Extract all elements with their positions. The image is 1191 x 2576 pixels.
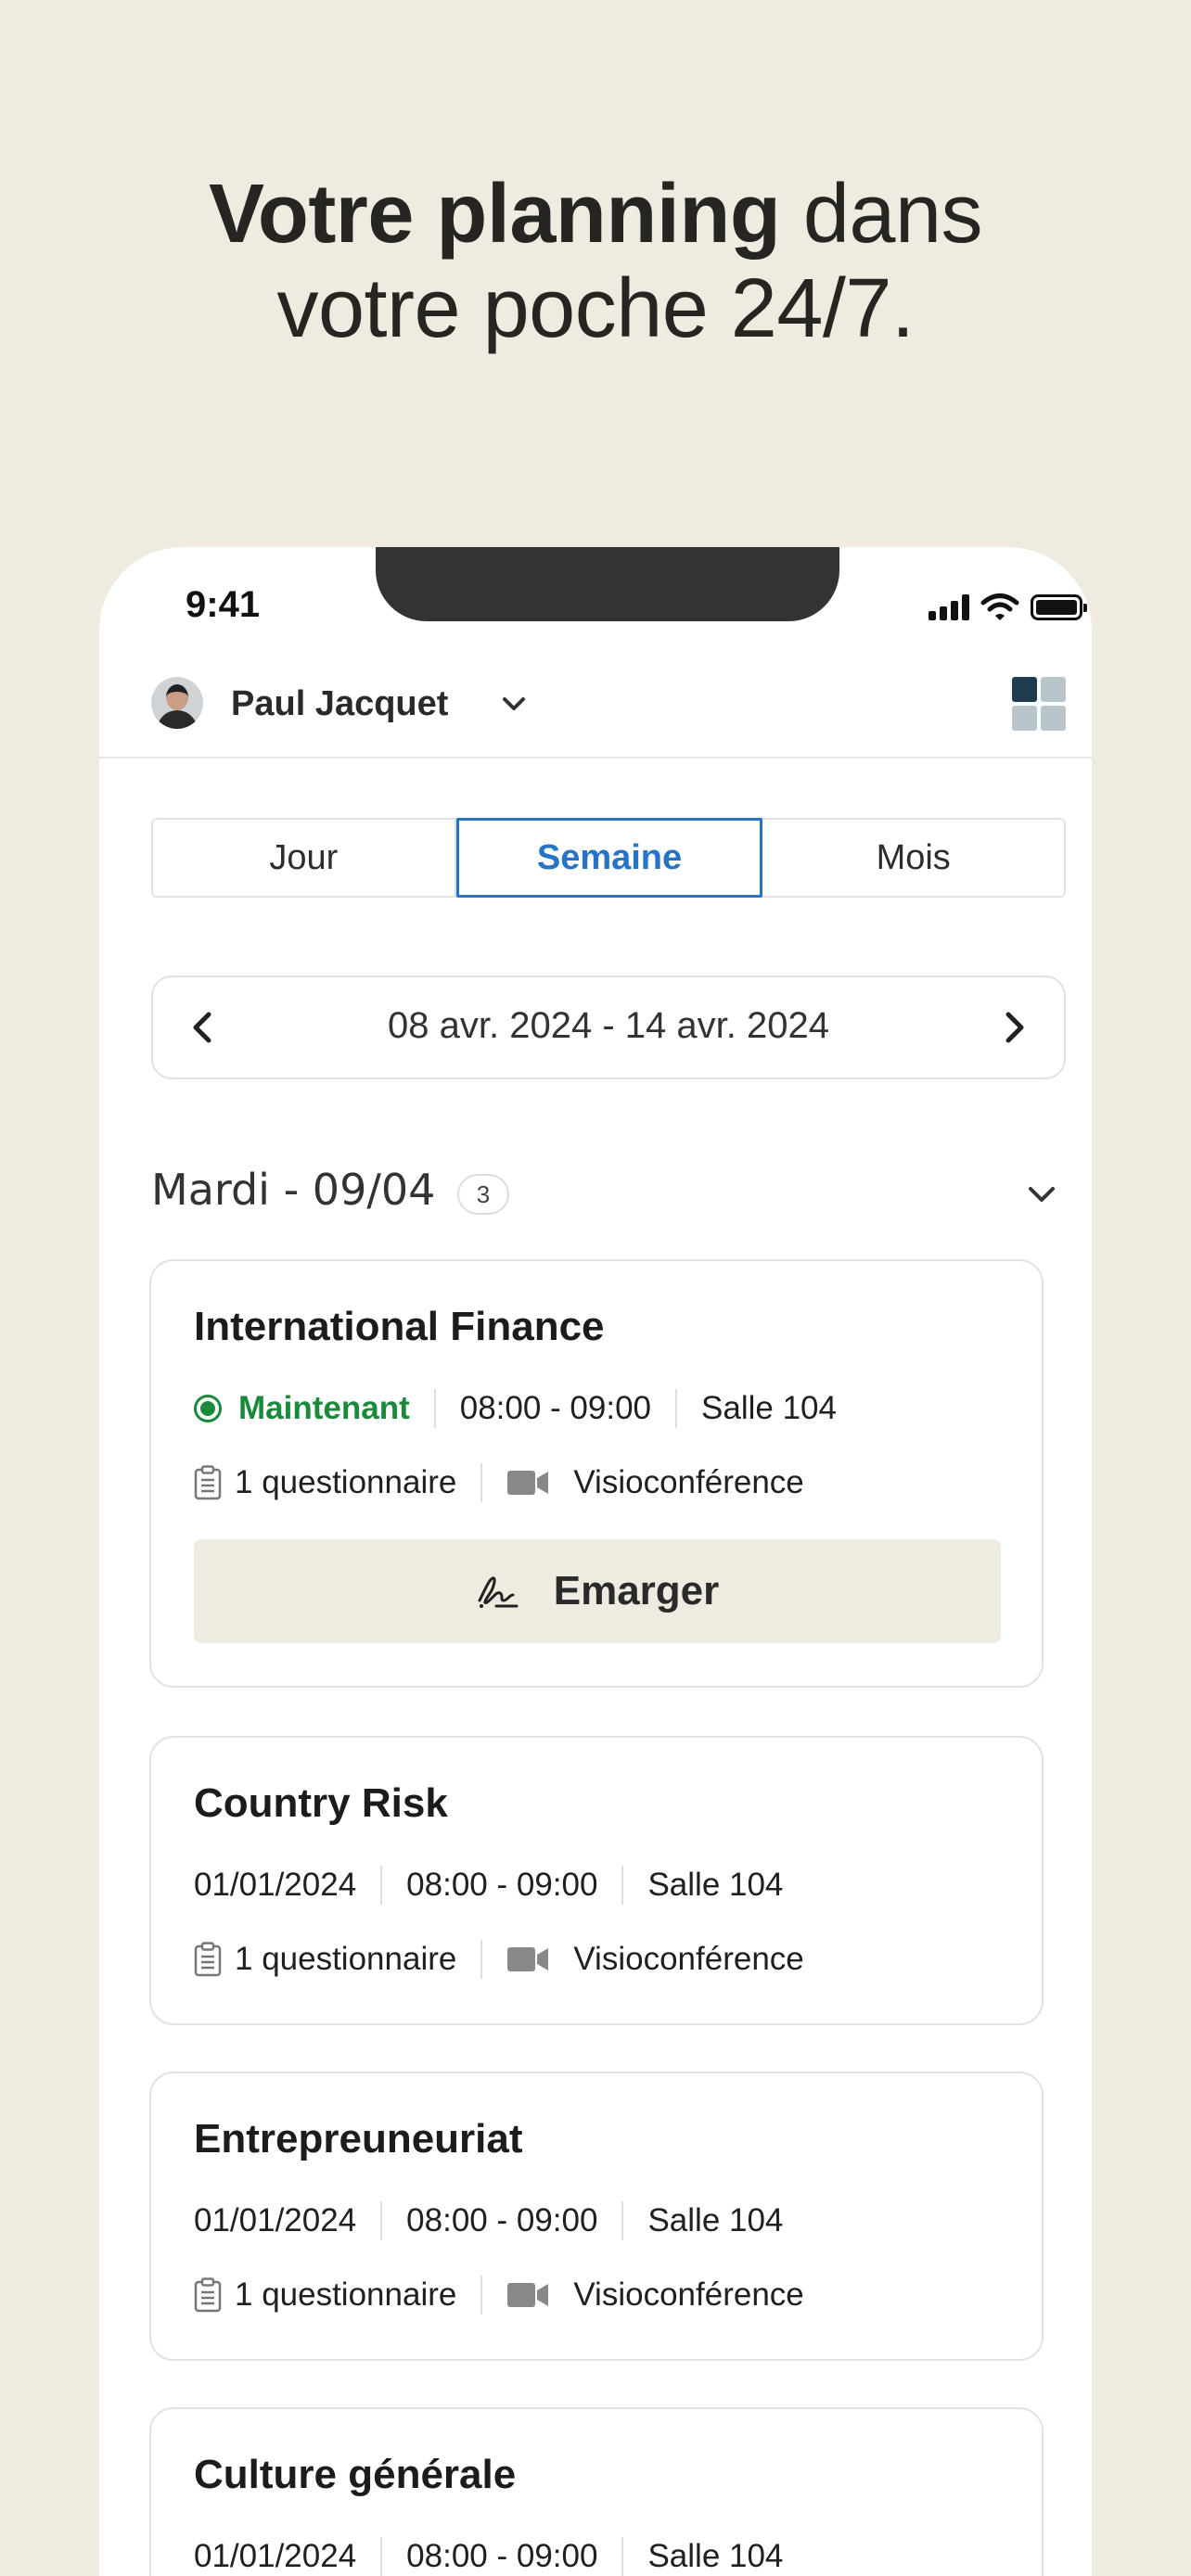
view-tabs: Jour Semaine Mois (151, 818, 1066, 898)
chevron-down-icon[interactable] (498, 688, 530, 720)
session-room: Salle 104 (647, 2538, 784, 2574)
chevron-right-icon[interactable] (995, 1009, 1032, 1046)
tab-mois[interactable]: Mois (762, 820, 1064, 896)
tab-semaine[interactable]: Semaine (455, 818, 763, 898)
session-meta-row: 1 questionnaire Visioconférence (194, 1938, 804, 1981)
session-card[interactable]: Entrepreuneuriat 01/01/2024 08:00 - 09:0… (149, 2072, 1044, 2361)
session-meta-row: 1 questionnaire Visioconférence (194, 1461, 804, 1504)
video-camera-icon (507, 1947, 549, 1971)
status-label: Maintenant (238, 1390, 410, 1426)
grid-view-icon[interactable] (1012, 677, 1066, 731)
status-time: 9:41 (186, 584, 261, 625)
session-time: 08:00 - 09:00 (406, 2202, 598, 2238)
chevron-down-icon[interactable] (1023, 1176, 1060, 1213)
emarger-button[interactable]: Emarger (194, 1539, 1001, 1643)
session-mode: Visioconférence (573, 1464, 804, 1500)
status-icons (928, 589, 1087, 626)
session-title: International Finance (194, 1304, 605, 1349)
session-mode: Visioconférence (573, 2276, 804, 2313)
session-time: 08:00 - 09:00 (406, 2538, 598, 2574)
clipboard-icon (194, 1465, 222, 1500)
wifi-icon (980, 593, 1019, 620)
day-title: Mardi - 09/04 (151, 1165, 436, 1215)
quiz-count[interactable]: 1 questionnaire (235, 2276, 456, 2314)
session-mode: Visioconférence (573, 1941, 804, 1977)
emarger-label: Emarger (553, 1568, 720, 1613)
live-status-icon (194, 1395, 222, 1422)
avatar[interactable] (151, 677, 203, 729)
session-info-row: Maintenant 08:00 - 09:00 Salle 104 (194, 1387, 837, 1430)
quiz-count[interactable]: 1 questionnaire (235, 1464, 456, 1501)
session-title: Entrepreuneuriat (194, 2116, 523, 2162)
headline-bold: Votre planning (209, 168, 781, 261)
battery-icon (1031, 594, 1087, 620)
session-info-row: 01/01/2024 08:00 - 09:00 Salle 104 (194, 1864, 783, 1906)
date-range-selector: 08 avr. 2024 - 14 avr. 2024 (151, 976, 1066, 1079)
day-section-header[interactable]: Mardi - 09/04 3 (151, 1159, 1066, 1224)
session-room: Salle 104 (701, 1390, 837, 1426)
signature-icon (478, 1576, 519, 1608)
session-count-badge: 3 (457, 1174, 509, 1215)
session-card[interactable]: International Finance Maintenant 08:00 -… (149, 1259, 1044, 1688)
live-status: Maintenant (194, 1390, 410, 1427)
session-title: Country Risk (194, 1780, 448, 1826)
session-time: 08:00 - 09:00 (459, 1390, 652, 1426)
session-info-row: 01/01/2024 08:00 - 09:00 Salle 104 (194, 2200, 783, 2242)
session-room: Salle 104 (647, 2202, 784, 2238)
phone-frame: 9:41 Paul Jacquet Jour Semaine Mois 08 a… (99, 547, 1092, 2576)
marketing-headline: Votre planning dans votre poche 24/7. (0, 167, 1191, 356)
user-name[interactable]: Paul Jacquet (231, 684, 448, 724)
session-meta-row: 1 questionnaire Visioconférence (194, 2274, 804, 2316)
session-info-row: 01/01/2024 08:00 - 09:00 Salle 104 (194, 2535, 783, 2576)
clipboard-icon (194, 2277, 222, 2313)
session-date: 01/01/2024 (194, 2538, 357, 2574)
cellular-signal-icon (928, 594, 969, 620)
quiz-count[interactable]: 1 questionnaire (235, 1941, 456, 1978)
headline-line-2: votre poche 24/7. (276, 262, 915, 355)
video-camera-icon (507, 2283, 549, 2307)
session-room: Salle 104 (647, 1867, 784, 1903)
session-time: 08:00 - 09:00 (406, 1867, 598, 1903)
session-date: 01/01/2024 (194, 1867, 357, 1903)
tab-jour[interactable]: Jour (153, 820, 456, 896)
session-card[interactable]: Country Risk 01/01/2024 08:00 - 09:00 Sa… (149, 1736, 1044, 2025)
session-date: 01/01/2024 (194, 2202, 357, 2238)
phone-notch (376, 547, 839, 621)
session-card[interactable]: Culture générale 01/01/2024 08:00 - 09:0… (149, 2407, 1044, 2576)
headline-regular: dans (780, 168, 983, 261)
session-title: Culture générale (194, 2452, 517, 2497)
date-range-label: 08 avr. 2024 - 14 avr. 2024 (388, 1005, 829, 1046)
clipboard-icon (194, 1942, 222, 1977)
video-camera-icon (507, 1471, 549, 1495)
top-bar: Paul Jacquet (99, 658, 1092, 759)
